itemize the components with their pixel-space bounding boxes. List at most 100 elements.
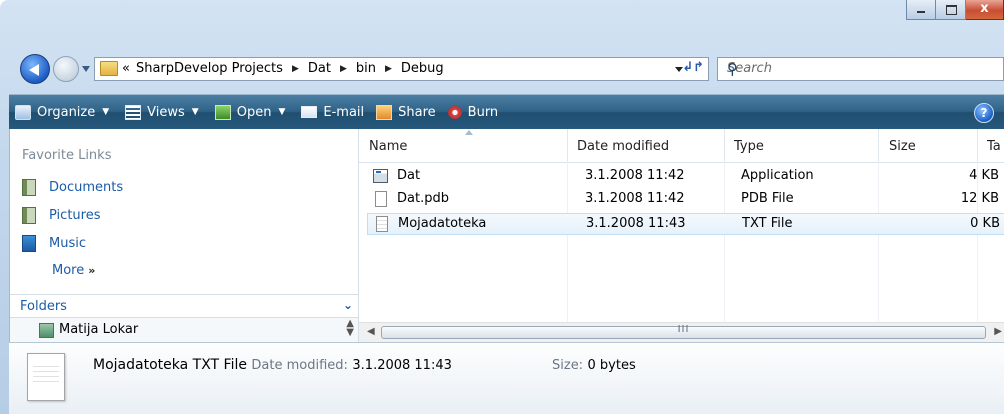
favorite-link-pictures[interactable]: Pictures — [22, 207, 100, 224]
file-type: TXT File — [742, 216, 793, 231]
favorite-links-heading: Favorite Links — [22, 148, 112, 163]
file-date: 3.1.2008 11:42 — [585, 168, 685, 183]
file-type: Application — [741, 168, 814, 183]
favorite-link-label: Music — [49, 236, 86, 251]
help-icon[interactable]: ? — [974, 103, 994, 123]
close-icon: x — [980, 1, 989, 16]
views-button[interactable]: Views ▼ — [119, 95, 205, 129]
column-header-type[interactable]: Type — [734, 139, 764, 154]
details-pane: Mojadatoteka TXT File Date modified: 3.1… — [9, 342, 1004, 414]
favorite-link-label: Documents — [49, 180, 124, 195]
file-row[interactable]: Dat.pdb 3.1.2008 11:42 PDB File 12 KB — [367, 189, 1004, 211]
folder-tree-item[interactable]: Matija Lokar ▲ ▼ — [10, 318, 358, 342]
share-icon — [376, 104, 393, 120]
column-header-tags[interactable]: Ta — [987, 139, 1001, 154]
file-name: Mojadatoteka — [398, 216, 487, 231]
open-label: Open — [236, 104, 272, 120]
details-size-label: Size: — [552, 358, 584, 373]
details-title: Mojadatoteka TXT File Date modified: 3.1… — [93, 357, 452, 373]
breadcrumb-item[interactable]: SharpDevelop Projects — [136, 61, 283, 76]
file-name: Dat — [397, 168, 421, 183]
favorite-link-music[interactable]: Music — [22, 235, 86, 252]
column-header-name[interactable]: Name — [369, 139, 407, 154]
breadcrumb-arrow-icon[interactable]: ▶ — [340, 64, 347, 74]
open-button[interactable]: Open ▼ — [209, 95, 292, 129]
details-size-value: 0 bytes — [587, 358, 636, 373]
breadcrumb-item[interactable]: Debug — [401, 61, 444, 76]
maximize-button[interactable] — [936, 0, 966, 20]
column-header-date[interactable]: Date modified — [577, 139, 669, 154]
favorite-link-label: Pictures — [49, 208, 101, 223]
recent-pages-dropdown[interactable] — [82, 66, 90, 72]
breadcrumb-overflow[interactable]: « — [122, 61, 130, 76]
share-button[interactable]: Share — [370, 95, 442, 129]
breadcrumb-item[interactable]: bin — [356, 61, 376, 76]
breadcrumb-arrow-icon[interactable]: ▶ — [385, 64, 392, 74]
file-row-selected[interactable]: Mojadatoteka 3.1.2008 11:43 TXT File 0 K… — [367, 213, 1004, 235]
details-date-value: 3.1.2008 11:43 — [352, 358, 452, 373]
favorite-link-documents[interactable]: Documents — [22, 179, 123, 196]
organize-label: Organize — [37, 104, 96, 120]
breadcrumb-item[interactable]: Dat — [308, 61, 331, 76]
breadcrumb-arrow-icon[interactable]: ▶ — [292, 64, 299, 74]
file-size: 12 KB — [960, 191, 999, 206]
organize-button[interactable]: Organize ▼ — [9, 95, 115, 129]
search-icon[interactable]: ⚲ — [727, 60, 997, 78]
folders-header[interactable]: Folders ⌄ — [10, 294, 358, 318]
explorer-window: x « SharpDevelop Projects ▶ Dat ▶ bin ▶ … — [0, 0, 1004, 414]
column-divider[interactable] — [724, 129, 725, 162]
close-button[interactable]: x — [966, 0, 1004, 20]
more-links-button[interactable]: More» — [52, 263, 95, 278]
email-button[interactable]: E-mail — [295, 95, 370, 129]
burn-label: Burn — [467, 104, 499, 120]
refresh-icon[interactable]: ↲↱ — [682, 60, 704, 75]
burn-icon — [447, 105, 462, 119]
file-row[interactable]: Dat 3.1.2008 11:42 Application 4 KB — [367, 166, 1004, 188]
pdb-file-icon — [375, 191, 387, 207]
address-bar[interactable]: « SharpDevelop Projects ▶ Dat ▶ bin ▶ De… — [94, 57, 709, 81]
more-label: More — [52, 263, 85, 278]
pictures-icon — [22, 207, 36, 224]
column-divider[interactable] — [567, 129, 568, 162]
scroll-grip: III — [677, 324, 690, 335]
music-icon — [22, 235, 36, 252]
file-type: PDB File — [741, 191, 794, 206]
column-header-size[interactable]: Size — [889, 139, 916, 154]
chevron-down-icon: ▼ — [191, 107, 199, 117]
chevron-down-icon: ▼ — [278, 107, 286, 117]
details-file-type: TXT File — [192, 357, 247, 373]
details-file-name: Mojadatoteka — [93, 357, 189, 373]
documents-icon — [22, 179, 36, 196]
column-divider[interactable] — [878, 129, 879, 162]
burn-button[interactable]: Burn — [442, 95, 505, 129]
user-folder-icon — [39, 323, 54, 338]
file-size: 0 KB — [970, 216, 1000, 231]
email-label: E-mail — [323, 104, 365, 120]
search-input[interactable]: Search ⚲ — [717, 57, 1004, 81]
file-size: 4 KB — [969, 168, 999, 183]
column-divider[interactable] — [977, 129, 978, 162]
views-icon — [125, 104, 142, 120]
open-icon — [214, 104, 231, 120]
breadcrumb: « SharpDevelop Projects ▶ Dat ▶ bin ▶ De… — [122, 61, 444, 76]
file-list: Name Date modified Type Size Ta Dat 3.1.… — [359, 129, 1004, 342]
views-label: Views — [147, 104, 185, 120]
back-button[interactable] — [20, 54, 50, 84]
minimize-button[interactable] — [906, 0, 936, 20]
scroll-left-icon[interactable]: ◀ — [367, 326, 375, 337]
scroll-thumb[interactable]: III — [381, 324, 986, 339]
scroll-right-icon[interactable]: ▶ — [994, 326, 1002, 337]
chevron-down-icon: ⌄ — [342, 298, 353, 312]
caption-buttons: x — [906, 0, 1004, 20]
organize-icon — [15, 104, 31, 120]
text-file-icon — [376, 216, 388, 232]
details-size: Size: 0 bytes — [552, 357, 636, 373]
horizontal-scrollbar[interactable]: ◀ III ▶ — [359, 322, 1004, 342]
vertical-scroll-arrows-icon[interactable]: ▲ ▼ — [346, 319, 354, 338]
navigation-bar: « SharpDevelop Projects ▶ Dat ▶ bin ▶ De… — [20, 54, 1004, 84]
details-date-label: Date modified: — [251, 358, 348, 373]
forward-button[interactable] — [53, 56, 79, 82]
chevron-down-icon: ▼ — [102, 107, 110, 117]
folder-tree-label: Matija Lokar — [59, 322, 139, 337]
double-chevron-icon: » — [88, 264, 96, 277]
